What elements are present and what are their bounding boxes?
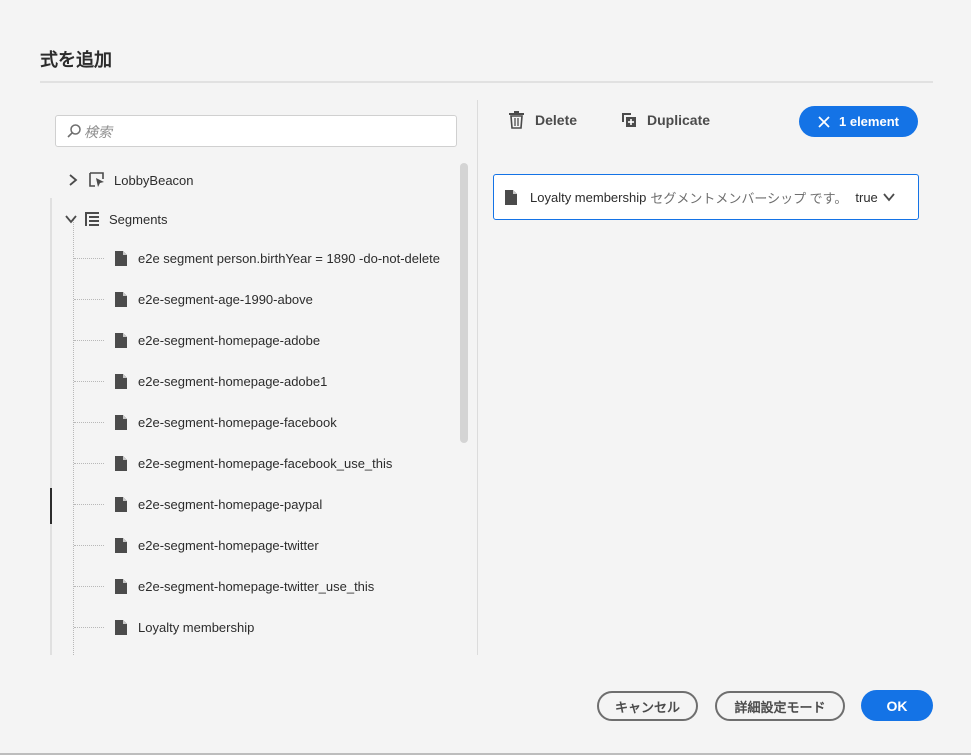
ok-button[interactable]: OK [861, 690, 933, 721]
cancel-label: キャンセル [614, 699, 680, 715]
tree-item-label: Segments [109, 211, 168, 227]
delete-button[interactable]: Delete [508, 108, 577, 132]
tree-item-label: LobbyBeacon [114, 172, 194, 188]
tree-leaf-segment[interactable]: e2e-segment-homepage-facebook_use_this [74, 448, 392, 478]
add-expression-dialog: 式を追加 LobbyBeacon [0, 0, 971, 755]
chevron-down-icon[interactable] [882, 190, 896, 204]
tree-leaf-segment[interactable]: e2e-segment-homepage-paypal [74, 489, 322, 519]
advanced-mode-button[interactable]: 詳細設定モード [715, 691, 845, 721]
tree-leaf-segment[interactable]: e2e-segment-homepage-facebook [74, 407, 337, 437]
delete-label: Delete [535, 112, 578, 128]
document-icon [115, 455, 127, 471]
search-input[interactable] [82, 121, 442, 143]
list-icon [85, 212, 99, 226]
tree-leaf-label: e2e-segment-homepage-twitter [138, 537, 319, 553]
tree-item-segments[interactable]: Segments [64, 204, 168, 234]
tree-leaf-segment[interactable]: e2e-segment-homepage-adobe1 [74, 366, 327, 396]
tree-guide [50, 198, 52, 655]
panel-divider [477, 100, 478, 655]
expression-card[interactable]: Loyalty membership セグメントメンバーシップ です。 true [493, 174, 919, 220]
document-icon [115, 496, 127, 512]
duplicate-label: Duplicate [647, 112, 711, 128]
tree-item-lobbybeacon[interactable]: LobbyBeacon [66, 165, 194, 195]
expression-rule: セグメントメンバーシップ です。 [650, 190, 848, 206]
tree-leaf-segment[interactable]: e2e-segment-homepage-twitter [74, 530, 319, 560]
expression-value[interactable]: true [855, 190, 877, 205]
chevron-right-icon[interactable] [66, 173, 80, 187]
advanced-mode-label: 詳細設定モード [734, 699, 826, 715]
title-divider [40, 81, 933, 83]
document-icon [115, 578, 127, 594]
tree-leaf-label: e2e-segment-homepage-adobe1 [138, 373, 328, 389]
document-icon [115, 619, 127, 635]
tree-leaf-segment[interactable]: e2e segment person.birthYear = 1890 -do-… [74, 243, 440, 273]
duplicate-button[interactable]: Duplicate [621, 108, 710, 132]
search-box[interactable] [55, 115, 457, 147]
dialog-title: 式を追加 [40, 50, 112, 70]
document-icon [505, 189, 517, 205]
search-icon [67, 124, 81, 138]
tree-leaf-segment[interactable]: e2e-segment-age-1990-above [74, 284, 313, 314]
tree-scrollbar[interactable] [460, 163, 468, 443]
selection-clear-button[interactable]: 1 element [799, 106, 918, 137]
document-icon [115, 332, 127, 348]
tree-leaf-label: e2e-segment-homepage-paypal [138, 496, 323, 512]
expression-field: Loyalty membership [530, 189, 647, 205]
close-icon [818, 115, 830, 128]
document-icon [115, 414, 127, 430]
tree-leaf-segment[interactable]: e2e-segment-homepage-twitter_use_this [74, 571, 374, 601]
trash-icon [509, 111, 524, 129]
tree-view: LobbyBeacon Segments e2e segment person.… [50, 160, 470, 655]
document-icon [115, 537, 127, 553]
tree-leaf-label: e2e segment person.birthYear = 1890 -do-… [138, 250, 440, 266]
cancel-button[interactable]: キャンセル [597, 691, 698, 721]
tree-leaf-label: Loyalty membership [138, 619, 255, 635]
document-icon [115, 373, 127, 389]
tree-leaf-label: e2e-segment-homepage-adobe [138, 332, 321, 348]
document-icon [115, 291, 127, 307]
chevron-down-icon[interactable] [64, 212, 78, 226]
tree-leaf-segment[interactable]: e2e-segment-homepage-adobe [74, 325, 320, 355]
ok-label: OK [886, 697, 908, 714]
selection-count: 1 element [839, 114, 899, 129]
tree-leaf-label: e2e-segment-homepage-facebook_use_this [138, 455, 393, 471]
duplicate-icon [622, 113, 636, 127]
event-icon [89, 172, 104, 187]
tree-leaf-label: e2e-segment-homepage-twitter_use_this [138, 578, 375, 594]
tree-leaf-label: e2e-segment-age-1990-above [138, 291, 313, 307]
tree-leaf-segment[interactable]: Loyalty membership [74, 612, 254, 642]
tree-guide-active [50, 488, 52, 524]
document-icon [115, 250, 127, 266]
tree-leaf-label: e2e-segment-homepage-facebook [138, 414, 337, 430]
